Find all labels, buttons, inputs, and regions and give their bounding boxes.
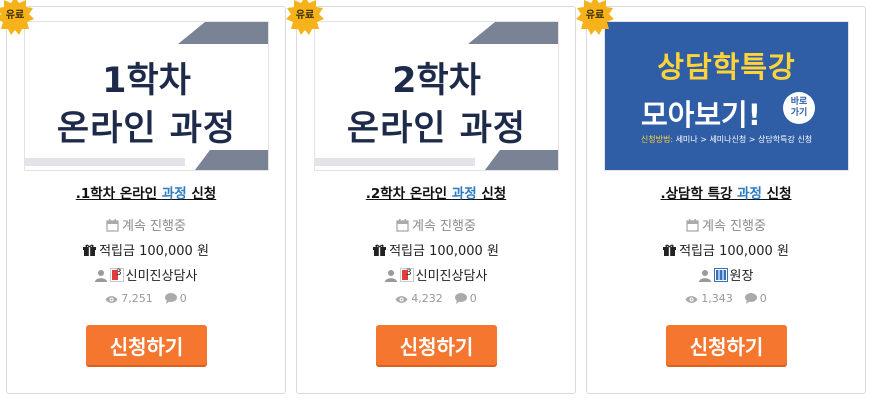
course-title-link[interactable]: .상담학 특강 과정 신청 [587,182,865,202]
gift-icon [663,244,677,257]
course-title-link[interactable]: .2학차 온라인 과정 신청 [297,182,575,202]
status-text: 계속 진행중 [122,219,186,234]
comment-icon [454,293,467,304]
course-thumbnail[interactable]: 상담학특강 모아보기! 바로 가기 신청방법: 세미나 > 세미나신청 > 상담… [604,21,849,171]
instructions-key: 신청방법: [640,135,674,144]
course-title-highlight: 과정 [451,186,477,202]
course-author: 원장 [587,265,865,284]
course-status: 계속 진행중 [587,215,865,234]
author-name[interactable]: 신미진상담사 [126,269,198,284]
instructions-text: 세미나 > 세미나신청 > 상담학특강 신청 [673,135,813,144]
course-points: 적립금 100,000 원 [7,240,285,259]
views-count: 7,251 [121,292,153,305]
comments-count: 0 [469,292,477,305]
thumbnail-subheading: 온라인 과정 [56,109,237,149]
thumbnail-decoration [315,150,558,170]
status-text: 계속 진행중 [412,219,476,234]
comments-count: 0 [759,292,767,305]
shortcut-badge-text: 바로 가기 [790,97,808,118]
user-icon [384,269,397,282]
views-count: 4,232 [411,292,443,305]
course-points: 적립금 100,000 원 [297,240,575,259]
thumbnail-heading: 상담학특강 [657,50,796,84]
thumbnail-decoration [468,22,558,44]
course-grid: 1학차 온라인 과정 유료 .1학차 온라인 과정 신청 계속 진행중 적립금 … [0,0,875,404]
apply-button[interactable]: 신청하기 [86,325,207,365]
thumbnail-instructions: 신청방법: 세미나 > 세미나신청 > 상담학특강 신청 [605,134,848,145]
gift-icon [373,244,387,257]
eye-icon [105,295,118,304]
author-name[interactable]: 신미진상담사 [416,269,488,284]
user-icon [94,269,107,282]
paid-badge-label: 유료 [295,10,315,21]
apply-button[interactable]: 신청하기 [376,325,497,365]
comments-count: 0 [179,292,187,305]
apply-button[interactable]: 신청하기 [666,325,787,365]
eye-icon [685,295,698,304]
points-text: 적립금 100,000 원 [99,244,209,259]
paid-badge-label: 유료 [5,10,25,21]
user-icon [698,269,711,282]
course-title-text: .1학차 온라인 [75,186,162,202]
thumbnail-heading: 1학차 [102,61,191,101]
thumbnail-shortcut-badge: 바로 가기 [783,92,815,124]
calendar-icon [396,219,409,232]
comment-icon [744,293,757,304]
course-status: 계속 진행중 [7,215,285,234]
course-thumbnail[interactable]: 2학차 온라인 과정 [314,21,559,171]
course-title-suffix: 신청 [476,186,507,202]
course-card: 1학차 온라인 과정 유료 .1학차 온라인 과정 신청 계속 진행중 적립금 … [0,0,286,394]
course-meta: 1,343 0 [587,292,865,305]
thumbnail-subheading: 모아보기! [641,98,761,132]
course-title-highlight: 과정 [737,186,762,202]
points-text: 적립금 100,000 원 [679,244,789,259]
paid-badge: 유료 [575,0,615,36]
course-status: 계속 진행중 [297,215,575,234]
course-title-link[interactable]: .1학차 온라인 과정 신청 [7,182,285,202]
paid-badge-label: 유료 [585,10,605,21]
course-title-suffix: 신청 [761,186,792,202]
course-card: 상담학특강 모아보기! 바로 가기 신청방법: 세미나 > 세미나신청 > 상담… [576,0,866,394]
thumbnail-subheading: 온라인 과정 [346,109,527,149]
course-thumbnail[interactable]: 1학차 온라인 과정 [24,21,269,171]
course-title-text: .상담학 특강 [660,186,738,202]
course-meta: 7,251 0 [7,292,285,305]
author-name[interactable]: 원장 [730,269,754,284]
paid-badge: 유료 [285,0,325,36]
calendar-icon [686,219,699,232]
thumbnail-decoration [25,150,268,170]
status-text: 계속 진행중 [702,219,766,234]
course-author: 신미진상담사 [297,265,575,284]
course-points: 적립금 100,000 원 [587,240,865,259]
calendar-icon [106,219,119,232]
course-title-text: .2학차 온라인 [365,186,452,202]
course-meta: 4,232 0 [297,292,575,305]
author-avatar [399,268,414,282]
course-title-highlight: 과정 [161,186,187,202]
views-count: 1,343 [701,292,733,305]
author-avatar [109,268,124,282]
eye-icon [395,295,408,304]
author-avatar [713,268,728,282]
course-author: 신미진상담사 [7,265,285,284]
course-card: 2학차 온라인 과정 유료 .2학차 온라인 과정 신청 계속 진행중 적립금 … [286,0,576,394]
thumbnail-decoration [178,22,268,44]
points-text: 적립금 100,000 원 [389,244,499,259]
thumbnail-heading: 2학차 [392,61,481,101]
gift-icon [83,244,97,257]
paid-badge: 유료 [0,0,35,36]
comment-icon [164,293,177,304]
course-title-suffix: 신청 [186,186,217,202]
